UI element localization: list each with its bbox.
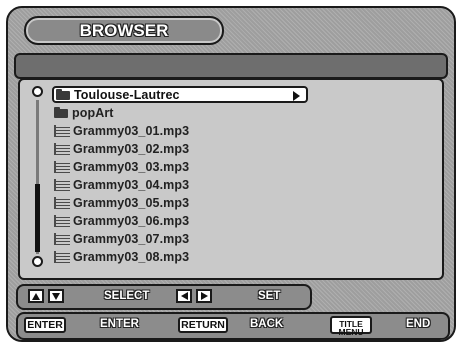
- enter-label: ENTER: [100, 318, 139, 330]
- footer-guide-row-1: SELECT SET: [16, 284, 312, 310]
- list-item-label: Grammy03_06.mp3: [73, 213, 190, 228]
- list-item[interactable]: popArt: [54, 105, 114, 120]
- down-arrow-icon: [52, 293, 60, 300]
- file-list-panel: Toulouse-Lautrec popArt Grammy03_01.mp3 …: [18, 78, 444, 280]
- left-arrow-key[interactable]: [176, 289, 192, 303]
- list-item-label: Toulouse-Lautrec: [74, 87, 180, 102]
- audio-file-icon: [54, 124, 70, 137]
- audio-file-icon: [54, 178, 70, 191]
- audio-file-icon: [54, 142, 70, 155]
- audio-file-icon: [54, 160, 70, 173]
- folder-icon: [54, 107, 68, 118]
- list-item[interactable]: Grammy03_08.mp3: [54, 249, 189, 264]
- right-arrow-key[interactable]: [196, 289, 212, 303]
- audio-file-icon: [54, 250, 70, 263]
- return-key[interactable]: RETURN: [178, 317, 228, 333]
- list-item-label: Grammy03_07.mp3: [73, 231, 190, 246]
- list-item-label: Grammy03_05.mp3: [73, 195, 190, 210]
- list-item-label: Grammy03_03.mp3: [73, 159, 190, 174]
- down-arrow-key[interactable]: [48, 289, 64, 303]
- footer-guide-row-2: ENTER ENTER RETURN BACK TITLE MENU END: [16, 312, 450, 340]
- list-item[interactable]: Grammy03_01.mp3: [54, 123, 189, 138]
- list-item[interactable]: Grammy03_07.mp3: [54, 231, 189, 246]
- list-item-label: popArt: [72, 105, 114, 120]
- title-banner: BROWSER: [24, 16, 224, 45]
- page-title: BROWSER: [79, 21, 169, 40]
- audio-file-icon: [54, 232, 70, 245]
- list-item[interactable]: Grammy03_05.mp3: [54, 195, 189, 210]
- list-item-label: Grammy03_01.mp3: [73, 123, 190, 138]
- play-icon: [293, 91, 300, 101]
- up-arrow-key[interactable]: [28, 289, 44, 303]
- list-item-label: Grammy03_02.mp3: [73, 141, 190, 156]
- up-arrow-icon: [32, 293, 40, 300]
- title-menu-key-line2: MENU: [338, 327, 364, 337]
- list-item-selected[interactable]: Toulouse-Lautrec: [52, 86, 308, 103]
- audio-file-icon: [54, 196, 70, 209]
- path-bar: [14, 53, 448, 79]
- left-arrow-icon: [181, 292, 188, 300]
- list-item[interactable]: Grammy03_02.mp3: [54, 141, 189, 156]
- scrollbar[interactable]: [35, 100, 40, 254]
- audio-file-icon: [54, 214, 70, 227]
- scroll-down-icon[interactable]: [32, 256, 43, 267]
- browser-screen: BROWSER Toulouse-Lautrec popArt Grammy03…: [6, 6, 456, 342]
- back-label: BACK: [250, 318, 284, 330]
- list-item[interactable]: Grammy03_06.mp3: [54, 213, 189, 228]
- right-arrow-icon: [201, 292, 208, 300]
- list-item[interactable]: Grammy03_03.mp3: [54, 159, 189, 174]
- folder-icon: [56, 89, 70, 100]
- set-label: SET: [258, 290, 281, 302]
- list-item-label: Grammy03_08.mp3: [73, 249, 190, 264]
- scrollbar-thumb[interactable]: [35, 184, 40, 252]
- scroll-up-icon[interactable]: [32, 86, 43, 97]
- title-menu-key[interactable]: TITLE MENU: [330, 316, 372, 337]
- select-label: SELECT: [104, 290, 150, 302]
- list-item[interactable]: Grammy03_04.mp3: [54, 177, 189, 192]
- enter-key[interactable]: ENTER: [24, 317, 66, 333]
- end-label: END: [406, 318, 431, 330]
- list-item-label: Grammy03_04.mp3: [73, 177, 190, 192]
